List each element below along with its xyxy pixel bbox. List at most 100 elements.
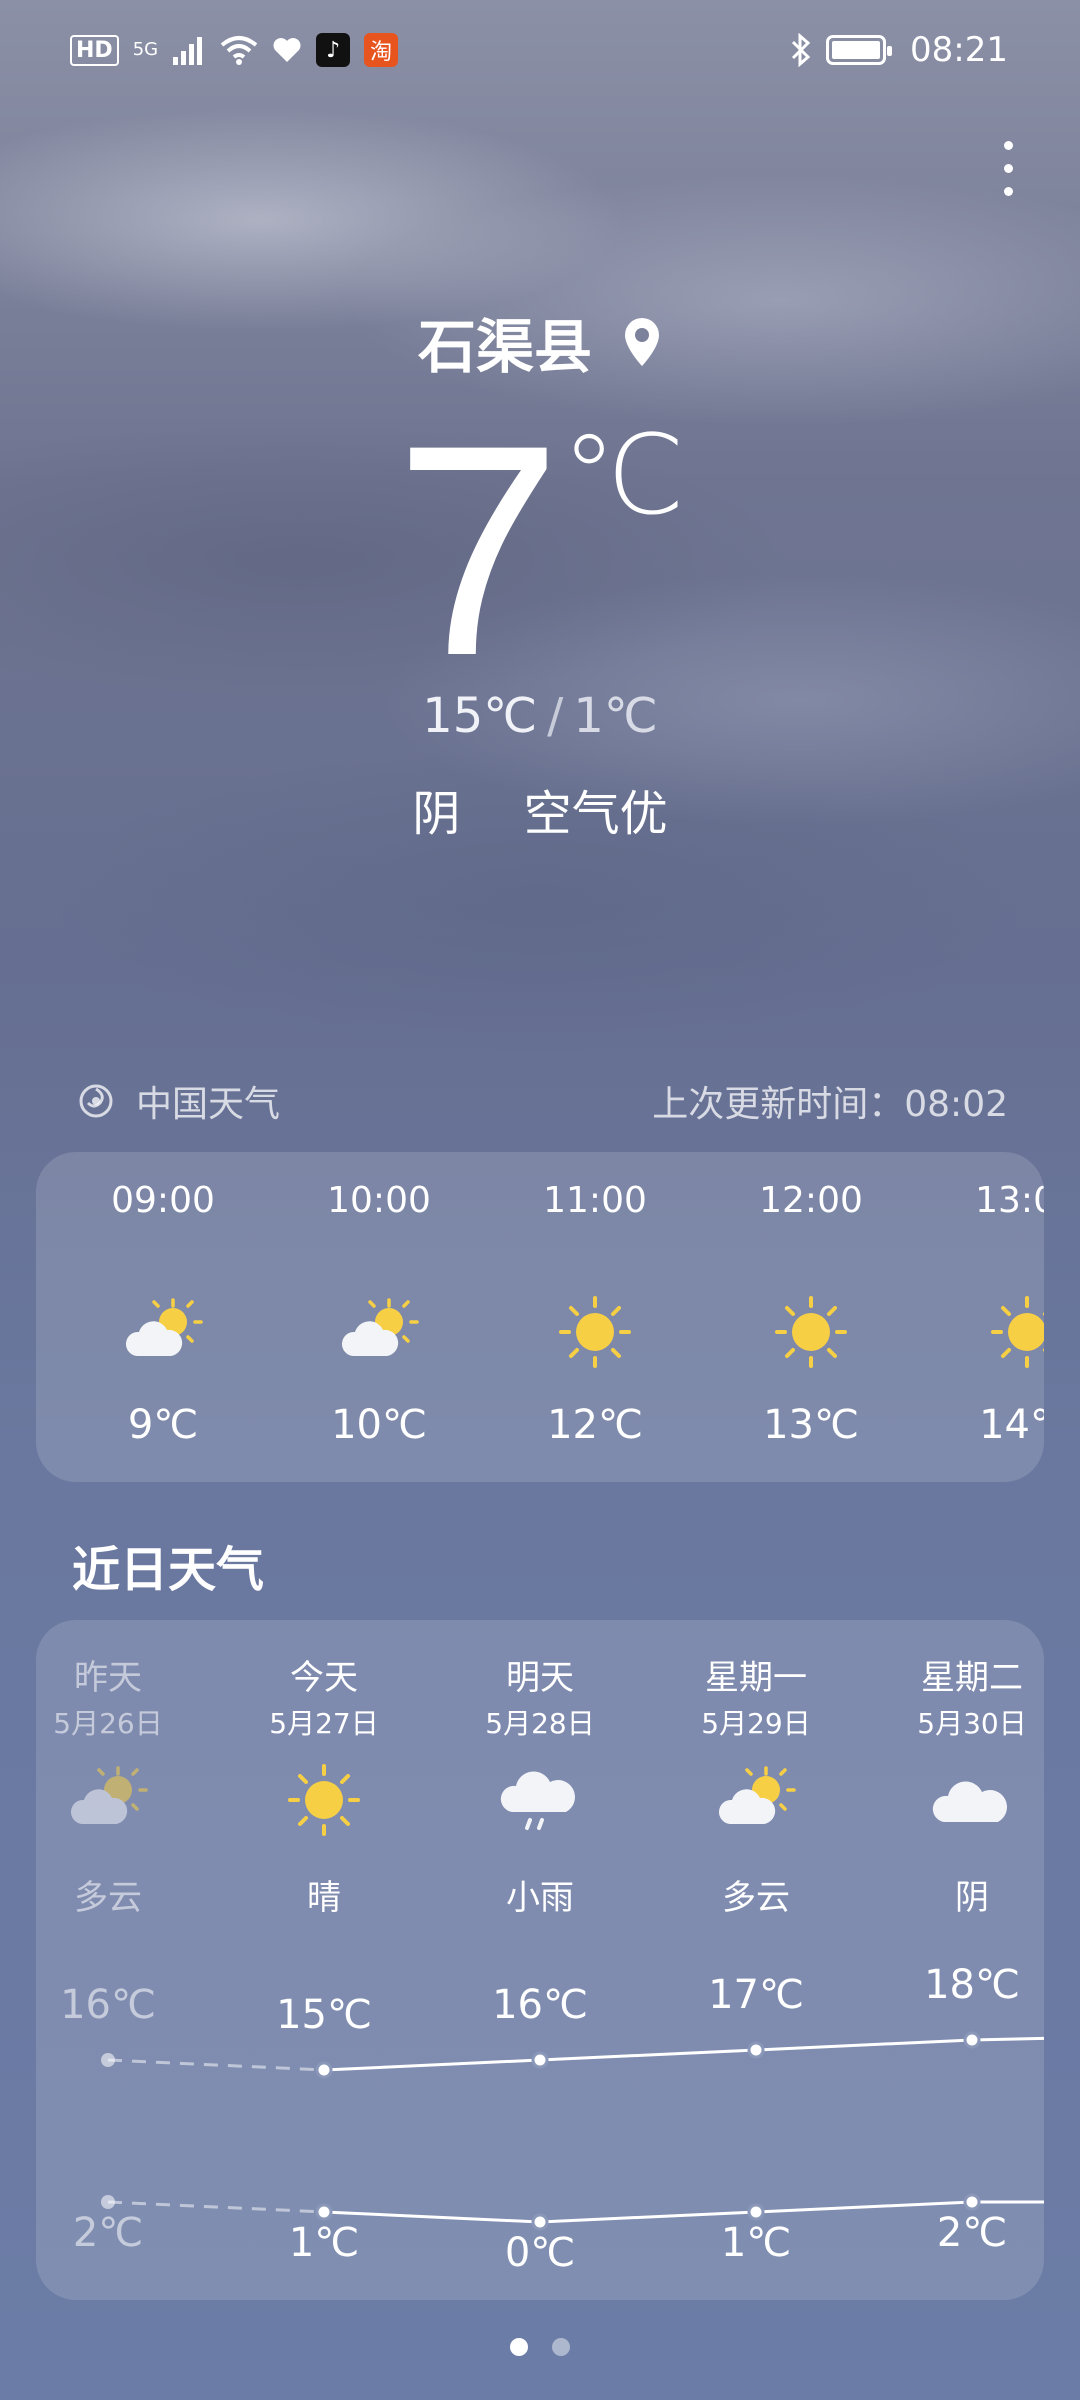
status-bar: HD 5G ♪ 淘 08:21 xyxy=(0,0,1080,100)
day-name: 今天 xyxy=(290,1658,358,1698)
more-dot-icon xyxy=(1003,140,1013,150)
rain-icon xyxy=(500,1760,580,1840)
sunny-icon xyxy=(284,1760,364,1840)
daily-forecast-card[interactable]: 昨天 5月26日 多云 16℃ 2℃ 今天 5月27日 晴 15℃ 1℃ 明天 … xyxy=(36,1620,1044,2300)
clock: 08:21 xyxy=(910,30,1008,70)
daily-section-title: 近日天气 xyxy=(72,1542,265,1598)
day-condition: 阴 xyxy=(955,1878,989,1918)
page-indicator[interactable] xyxy=(0,2338,1080,2356)
day-high: 16℃ xyxy=(492,1982,588,2028)
day-condition: 多云 xyxy=(722,1878,790,1918)
china-weather-logo-icon xyxy=(79,1084,113,1118)
hour-temp: 9℃ xyxy=(127,1402,199,1448)
day-date: 5月29日 xyxy=(701,1707,811,1740)
high-temp-point xyxy=(315,2061,333,2079)
high-temp-point xyxy=(963,2031,981,2049)
day-high: 16℃ xyxy=(60,1982,156,2028)
high-temp-point xyxy=(101,2053,115,2067)
hour-temp: 13℃ xyxy=(763,1402,859,1448)
battery-icon xyxy=(826,35,893,65)
cloudy-icon xyxy=(932,1760,1012,1840)
more-options-button[interactable] xyxy=(976,128,1040,208)
low-temp-point xyxy=(747,2203,765,2221)
day-name: 星期一 xyxy=(705,1658,807,1698)
today-low: 1℃ xyxy=(573,688,658,744)
sunny-icon xyxy=(771,1292,851,1372)
sunny-icon xyxy=(555,1292,635,1372)
day-low: 2℃ xyxy=(936,2210,1008,2256)
day-condition: 小雨 xyxy=(506,1878,574,1918)
partly-cloudy-icon xyxy=(339,1292,419,1372)
status-bar-right: 08:21 xyxy=(790,30,1008,70)
more-dot-icon xyxy=(1003,163,1013,173)
day-high: 15℃ xyxy=(276,1992,372,2038)
current-temp-value: 7 xyxy=(394,382,562,718)
weather-condition: 阴 xyxy=(412,786,461,842)
day-high: 18℃ xyxy=(924,1962,1020,2008)
sunny-icon xyxy=(987,1292,1044,1372)
page-dot-active[interactable] xyxy=(510,2338,528,2356)
hd-badge: HD xyxy=(70,34,119,66)
hour-temp: 14℃ xyxy=(979,1402,1044,1448)
high-temp-point xyxy=(531,2051,549,2069)
day-date: 5月27日 xyxy=(269,1707,379,1740)
page-dot[interactable] xyxy=(552,2338,570,2356)
high-temp-line-segment xyxy=(539,2048,757,2062)
weather-source[interactable]: 中国天气 xyxy=(76,1075,280,1127)
day-date: 5月28日 xyxy=(485,1707,595,1740)
condition-line: 阴 空气优 xyxy=(0,774,1080,844)
hour-time: 13:00 xyxy=(975,1180,1044,1221)
day-low: 2℃ xyxy=(72,2210,144,2256)
high-temp-line-segment xyxy=(755,2038,973,2052)
partly-cloudy-icon xyxy=(68,1760,148,1840)
day-low: 1℃ xyxy=(288,2220,360,2266)
signal-icon xyxy=(173,37,203,65)
day-condition: 多云 xyxy=(74,1878,142,1918)
city-header[interactable]: 石渠县 xyxy=(0,300,1080,384)
high-low-separator: / xyxy=(547,688,564,744)
hour-temp: 10℃ xyxy=(331,1402,427,1448)
day-high: 17℃ xyxy=(708,1972,804,2018)
hour-time: 09:00 xyxy=(111,1180,215,1221)
source-name: 中国天气 xyxy=(136,1084,281,1125)
taobao-icon: 淘 xyxy=(364,33,399,67)
day-low: 0℃ xyxy=(504,2230,576,2276)
air-quality[interactable]: 空气优 xyxy=(524,786,668,842)
day-low: 1℃ xyxy=(720,2220,792,2266)
day-date: 5月30日 xyxy=(917,1707,1027,1740)
tiktok-icon: ♪ xyxy=(316,33,351,67)
day-name: 昨天 xyxy=(74,1658,142,1698)
city-name: 石渠县 xyxy=(417,313,592,381)
day-date: 5月26日 xyxy=(53,1707,163,1740)
low-temp-point xyxy=(963,2193,981,2211)
hour-time: 10:00 xyxy=(327,1180,431,1221)
bluetooth-icon xyxy=(791,33,811,67)
day-condition: 晴 xyxy=(307,1878,341,1918)
current-temperature: 7 ℃ xyxy=(0,400,1080,700)
partly-cloudy-icon xyxy=(716,1760,796,1840)
hour-time: 11:00 xyxy=(543,1180,647,1221)
low-temp-point xyxy=(101,2195,115,2209)
location-pin-icon xyxy=(625,318,659,366)
wifi-icon xyxy=(220,36,258,65)
hourly-forecast-card[interactable]: 09:00 9℃ 10:00 10℃ 11:00 12℃ 12:00 13℃ 1… xyxy=(36,1152,1044,1482)
high-temp-line-segment xyxy=(971,2036,1044,2042)
current-temp-unit: ℃ xyxy=(561,411,686,539)
high-temp-line-segment xyxy=(323,2058,541,2072)
low-temp-point xyxy=(315,2203,333,2221)
high-temp-line-segment xyxy=(107,2058,325,2072)
hour-time: 12:00 xyxy=(759,1180,863,1221)
low-temp-point xyxy=(531,2213,549,2231)
last-update-time: 上次更新时间：08:02 xyxy=(652,1084,1008,1125)
day-name: 星期二 xyxy=(921,1658,1023,1698)
high-low-temperature: 15℃/1℃ xyxy=(0,688,1080,744)
network-type: 5G xyxy=(132,39,159,60)
source-row: 中国天气 上次更新时间：08:02 xyxy=(76,1075,1008,1127)
today-high: 15℃ xyxy=(422,688,538,744)
health-heart-icon xyxy=(273,38,301,62)
partly-cloudy-icon xyxy=(123,1292,203,1372)
high-temp-point xyxy=(747,2041,765,2059)
day-name: 明天 xyxy=(506,1658,574,1698)
status-bar-left: HD 5G ♪ 淘 xyxy=(70,33,399,67)
hour-temp: 12℃ xyxy=(547,1402,643,1448)
